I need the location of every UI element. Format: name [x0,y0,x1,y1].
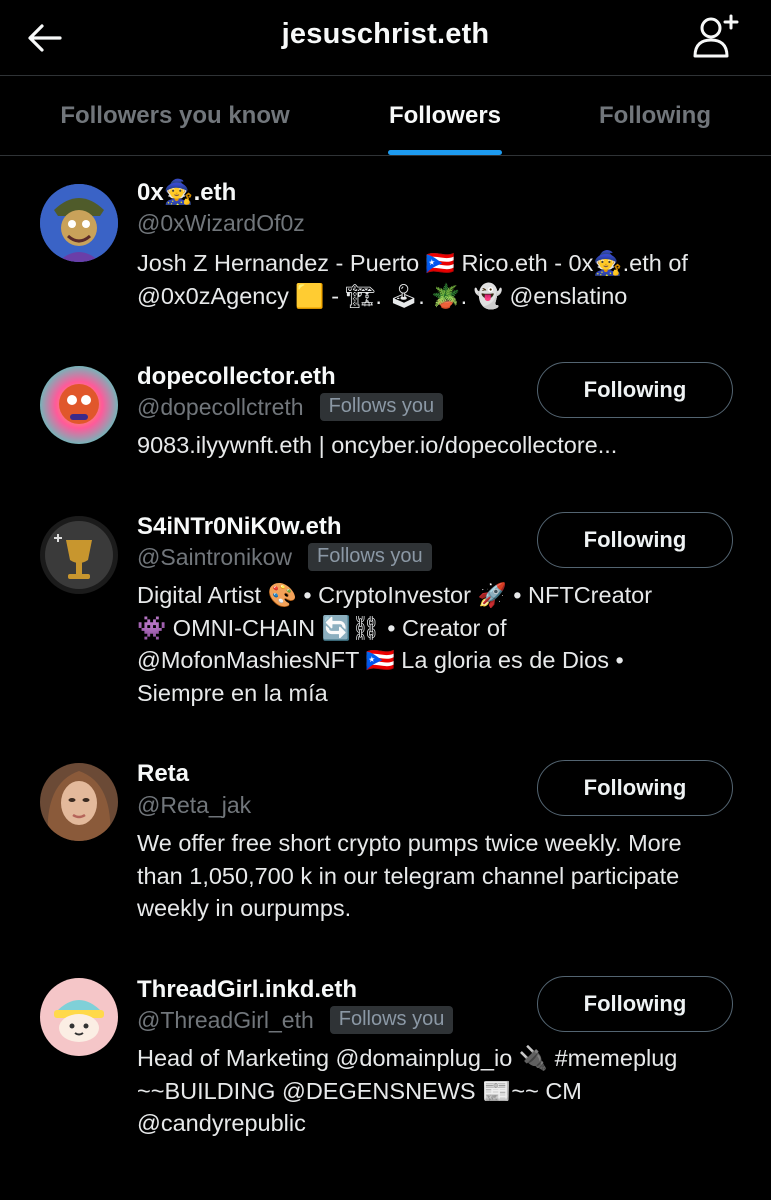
bio-line: @candyrepublic [137,1110,306,1136]
active-tab-indicator [388,150,502,155]
bio-line: Siempre en la mía [137,679,328,706]
handle-row: @Saintronikow Follows you [137,543,432,571]
user-name: 0x🧙.eth [137,179,237,206]
top-bar: jesuschrist.eth [0,0,771,76]
avatar[interactable] [40,516,118,594]
list-item[interactable]: dopecollector.eth @dopecollctreth Follow… [0,336,771,486]
following-button[interactable]: Following [537,512,733,568]
list-item[interactable]: 0x🧙.eth @0xWizardOf0z Josh Z Hernandez -… [0,156,771,336]
user-handle: @Saintronikow [137,543,293,570]
user-handle: @dopecollctreth [137,393,304,420]
user-bio: 9083.ilyywnft.eth | oncyber.io/dopecolle… [137,429,737,462]
user-handle: @0xWizardOf0z [137,210,305,236]
wizard-avatar-image [40,184,118,262]
avatar[interactable] [40,366,118,444]
user-name: ThreadGirl.inkd.eth [137,976,358,1003]
following-button[interactable]: Following [537,976,733,1032]
bio-line: @0x0zAgency 🟨 - 🏗. 🕹. 🪴. 👻 @enslatino [137,282,628,309]
bio-line: Digital Artist 🎨 • CryptoInvestor 🚀 • NF… [137,582,653,608]
add-follow-button[interactable] [689,10,743,62]
bio-line: We offer free short crypto pumps twice w… [137,830,682,856]
avatar[interactable] [40,184,118,262]
follows-you-badge: Follows you [319,393,444,421]
tab-following[interactable]: Following [570,76,740,155]
list-item[interactable]: ThreadGirl.inkd.eth @ThreadGirl_eth Foll… [0,952,771,1152]
user-handle: @ThreadGirl_eth [137,1006,314,1033]
cup-avatar-image [40,516,118,594]
user-bio: Digital Artist 🎨 • CryptoInvestor 🚀 • NF… [137,579,737,709]
user-bio: Head of Marketing @domainplug_io 🔌 #meme… [137,1042,737,1140]
list-item[interactable]: S4iNTr0NiK0w.eth @Saintronikow Follows y… [0,486,771,736]
avatar[interactable] [40,763,118,841]
portrait-avatar-image [40,763,118,841]
user-name: Reta [137,760,190,787]
user-bio: Josh Z Hernandez - Puerto 🇵🇷 Rico.eth - … [137,247,737,312]
bio-line: 9083.ilyywnft.eth | oncyber.io/dopecolle… [137,432,618,458]
bio-line: Head of Marketing @domainplug_io 🔌 #meme… [137,1045,678,1071]
tab-followers[interactable]: Followers [360,76,530,155]
bio-line: 👾 OMNI-CHAIN 🔄⛓ • Creator of [137,614,507,641]
user-handle: @Reta_jak [137,792,252,818]
handle-row: @ThreadGirl_eth Follows you [137,1006,454,1034]
page-title: jesuschrist.eth [281,18,490,50]
list-item[interactable]: Reta @Reta_jak We offer free short crypt… [0,736,771,952]
user-name: dopecollector.eth [137,363,336,390]
threadgirl-avatar-image [40,978,118,1056]
handle-row: @dopecollctreth Follows you [137,393,444,421]
following-button[interactable]: Following [537,760,733,816]
follows-you-badge: Follows you [329,1006,454,1034]
handle-row: @0xWizardOf0z [137,210,305,237]
bio-line: weekly in ourpumps. [137,895,352,921]
user-name: S4iNTr0NiK0w.eth [137,513,342,540]
following-button[interactable]: Following [537,362,733,418]
tab-followers-you-know[interactable]: Followers you know [40,76,310,155]
bio-line: @MofonMashiesNFT 🇵🇷 La gloria es de Dios… [137,647,624,673]
bio-line: than 1,050,700 k in our telegram channel… [137,862,680,889]
user-bio: We offer free short crypto pumps twice w… [137,827,737,925]
bio-line: ~~BUILDING @DEGENSNEWS 📰~~ CM [137,1077,582,1104]
person-add-icon [693,14,739,58]
bio-line: Josh Z Hernandez - Puerto 🇵🇷 Rico.eth - … [137,250,688,276]
dope-avatar-image [40,366,118,444]
handle-row: @Reta_jak [137,792,251,819]
follows-you-badge: Follows you [308,543,432,571]
avatar[interactable] [40,978,118,1056]
tab-bar: Followers you know Followers Following [0,76,771,156]
